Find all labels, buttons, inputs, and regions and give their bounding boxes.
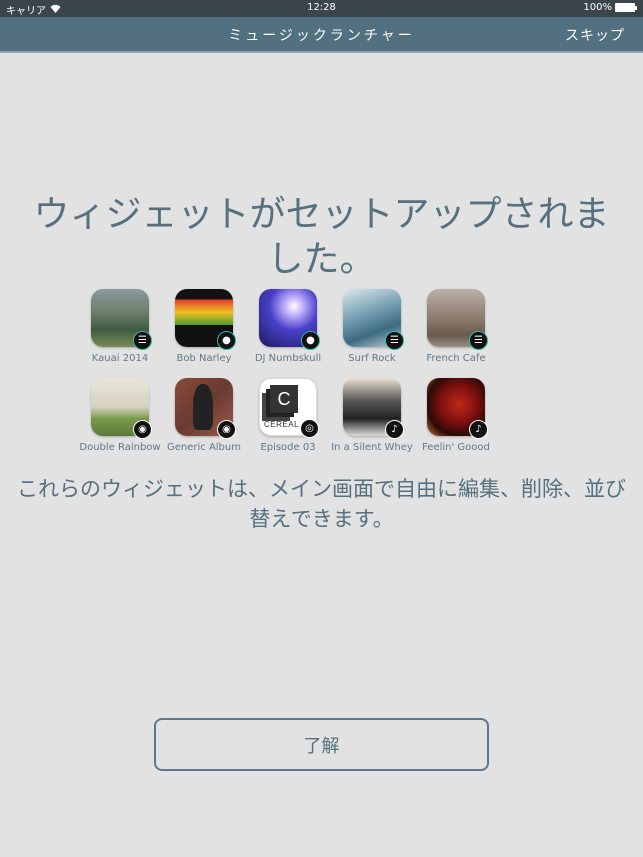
widget-item[interactable]: ● DJ Numbskull xyxy=(246,289,330,378)
widget-grid: ☰ Kauai 2014 ● Bob Narley ● DJ Numbskull ☰ Surf… xyxy=(78,289,578,467)
widget-label: Feelin' Goood xyxy=(422,442,490,453)
skip-button[interactable]: スキップ xyxy=(565,25,625,45)
widget-artwork: ● xyxy=(175,289,236,350)
widget-artwork: ☰ xyxy=(343,289,404,350)
song-icon: ♪ xyxy=(385,420,404,439)
widget-item[interactable]: ☰ French Cafe xyxy=(414,289,498,378)
nav-bar: ミュージックランチャー スキップ xyxy=(0,17,643,53)
battery-percent: 100% xyxy=(583,2,612,13)
page-headline: ウィジェットがセットアップされました。 xyxy=(33,194,610,280)
widget-label: Double Rainbow xyxy=(79,442,161,453)
cereal-logo-text: CEREAL xyxy=(264,420,300,429)
widget-label: French Cafe xyxy=(426,353,486,364)
widget-item[interactable]: ♪ Feelin' Goood xyxy=(414,378,498,467)
widget-label: Bob Narley xyxy=(176,353,232,364)
widget-item[interactable]: C CEREAL ◎ Episode 03 xyxy=(246,378,330,467)
status-time: 12:28 xyxy=(307,2,336,13)
widget-label: Surf Rock xyxy=(348,353,396,364)
playlist-icon: ☰ xyxy=(385,331,404,350)
status-bar: キャリア 12:28 100% xyxy=(0,0,643,17)
song-icon: ♪ xyxy=(469,420,488,439)
instruction-text: これらのウィジェットは、メイン画面で自由に編集、削除、並び替えできます。 xyxy=(17,477,626,531)
widget-item[interactable]: ♪ In a Silent Whey xyxy=(330,378,414,467)
battery-icon xyxy=(615,3,637,12)
widget-artwork: ♪ xyxy=(343,378,404,439)
playlist-icon: ☰ xyxy=(133,331,152,350)
playlist-icon: ☰ xyxy=(469,331,488,350)
widget-artwork: ◉ xyxy=(91,378,152,439)
widget-label: Generic Album xyxy=(166,442,241,453)
widget-item[interactable]: ◉ Double Rainbow xyxy=(78,378,162,467)
album-icon: ◉ xyxy=(217,420,236,439)
widget-artwork: ☰ xyxy=(427,289,488,350)
artist-icon: ● xyxy=(217,331,236,350)
artist-icon: ● xyxy=(301,331,320,350)
widget-item[interactable]: ◉ Generic Album xyxy=(162,378,246,467)
widget-item[interactable]: ☰ Surf Rock xyxy=(330,289,414,378)
widget-artwork: ● xyxy=(259,289,320,350)
podcast-icon: ◎ xyxy=(300,419,319,438)
widget-item[interactable]: ● Bob Narley xyxy=(162,289,246,378)
widget-label: Kauai 2014 xyxy=(91,353,149,364)
widget-label: In a Silent Whey xyxy=(331,442,413,453)
battery: 100% xyxy=(583,2,637,13)
widget-artwork: C CEREAL ◎ xyxy=(259,378,319,438)
widget-item[interactable]: ☰ Kauai 2014 xyxy=(78,289,162,378)
widget-artwork: ◉ xyxy=(175,378,236,439)
album-icon: ◉ xyxy=(133,420,152,439)
widget-label: Episode 03 xyxy=(260,442,316,453)
cereal-logo: C xyxy=(270,385,298,413)
widget-artwork: ☰ xyxy=(91,289,152,350)
nav-title: ミュージックランチャー xyxy=(228,28,415,44)
silhouette-figure xyxy=(193,384,213,430)
widget-label: DJ Numbskull xyxy=(254,353,322,364)
ok-button[interactable]: 了解 xyxy=(154,718,489,771)
widget-artwork: ♪ xyxy=(427,378,488,439)
